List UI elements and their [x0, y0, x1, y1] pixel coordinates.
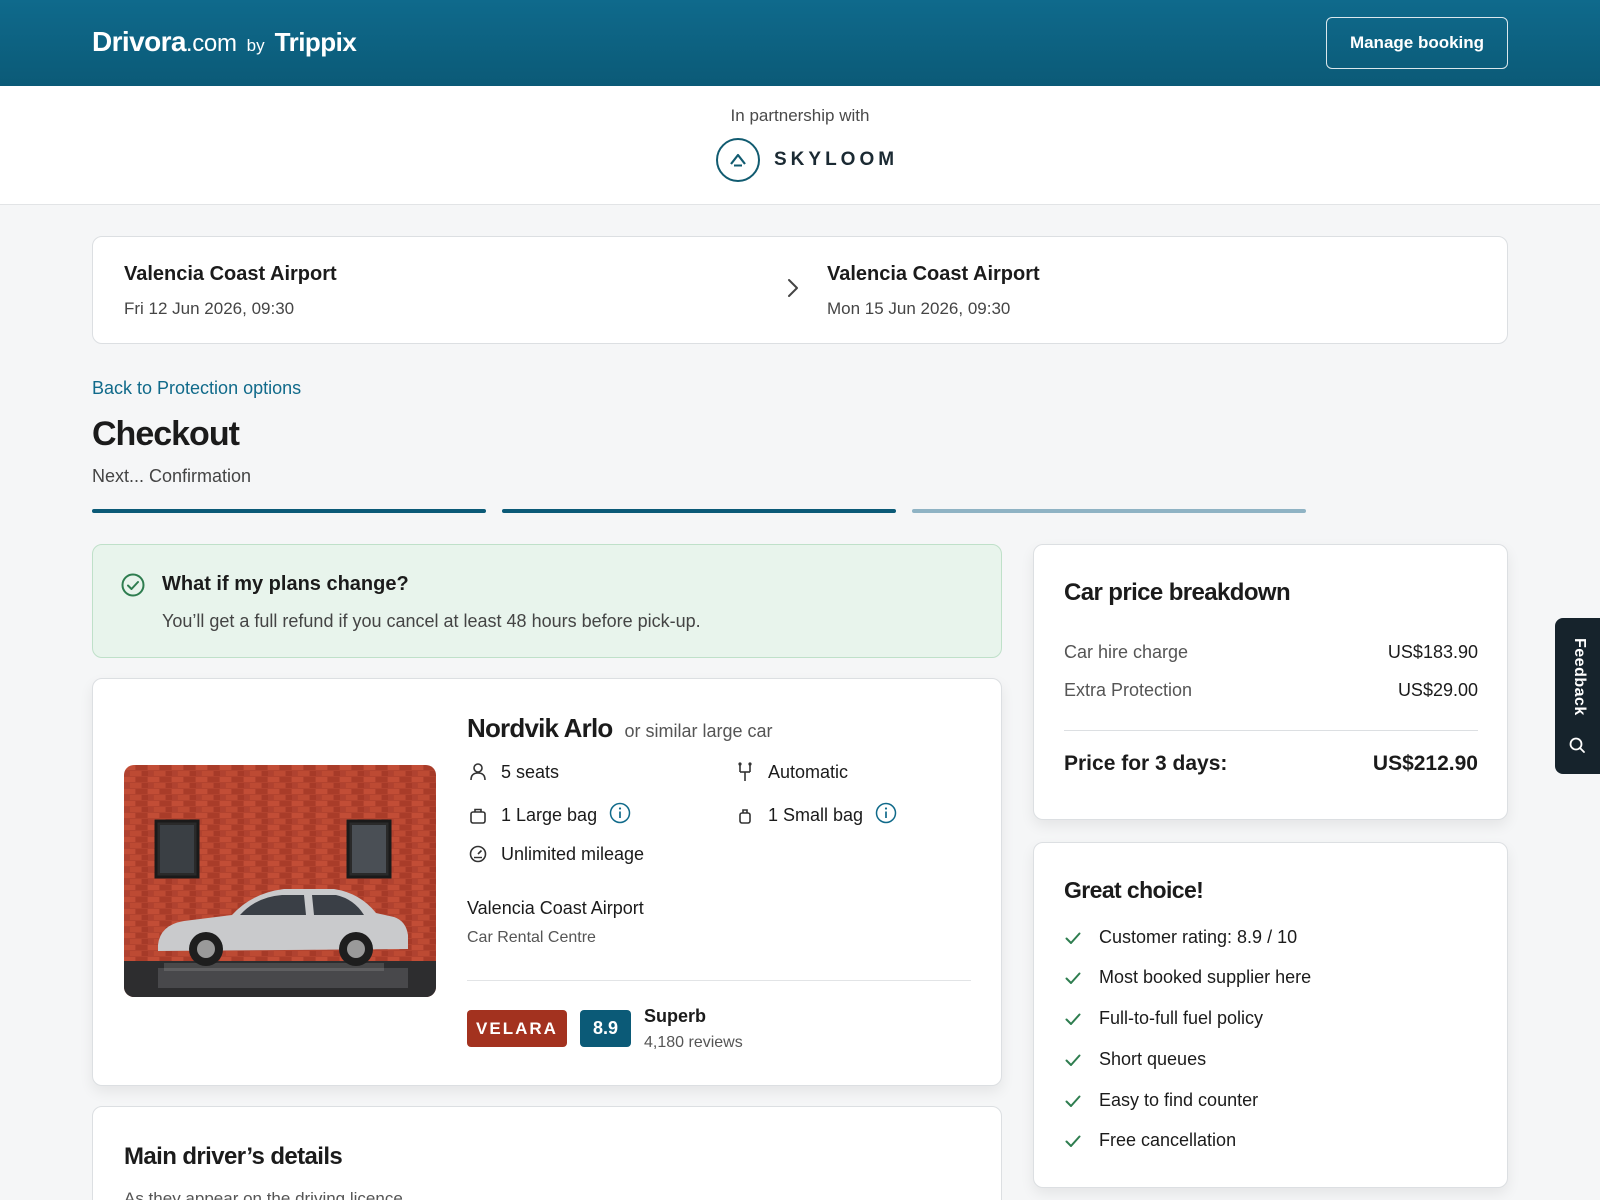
great-choice-title: Great choice! [1064, 877, 1204, 903]
feature-small-bag: 1 Small bag [734, 802, 897, 829]
rating-word: Superb [644, 1006, 707, 1026]
great-choice-card: Great choice! Customer rating: 8.9 / 10 … [1033, 842, 1508, 1188]
search-icon [1568, 736, 1586, 759]
manage-booking-button[interactable]: Manage booking [1326, 17, 1508, 69]
list-item: Full-to-full fuel policy [1064, 1008, 1263, 1029]
pickup-datetime: Fri 12 Jun 2026, 09:30 [124, 299, 295, 318]
back-to-protection-link[interactable]: Back to Protection options [92, 378, 301, 399]
car-name-row: Nordvik Arlo or similar large car [467, 713, 773, 744]
feature-large-bag: 1 Large bag [467, 802, 631, 829]
feature-seats: 5 seats [467, 761, 559, 783]
progress-step-1 [92, 509, 486, 513]
brand-by: by [246, 36, 265, 55]
checkmark-icon [1064, 1132, 1082, 1150]
choice-item-label: Free cancellation [1099, 1130, 1237, 1150]
price-row: Car hire charge US$183.90 [1064, 642, 1478, 663]
refund-notice-text: You’ll get a full refund if you cancel a… [162, 611, 701, 631]
gearshift-icon [734, 761, 756, 783]
list-item: Easy to find counter [1064, 1090, 1258, 1111]
info-icon[interactable] [609, 802, 631, 829]
price-row-value: US$29.00 [1397, 680, 1478, 700]
divider [1064, 730, 1478, 731]
partnership-label: In partnership with [730, 106, 870, 125]
price-row-label: Car hire charge [1064, 642, 1189, 662]
suitcase-icon [467, 805, 489, 827]
car-image [124, 765, 436, 997]
car-pickup-sublocation: Car Rental Centre [467, 929, 596, 946]
next-step-label: Next... Confirmation [92, 466, 252, 486]
car-name: Nordvik Arlo [467, 713, 613, 743]
price-total-value: US$212.90 [1372, 752, 1478, 775]
brand-logo[interactable]: Drivora .com by Trippix [92, 26, 357, 58]
person-icon [467, 761, 489, 783]
feature-mileage: Unlimited mileage [467, 843, 644, 865]
checkmark-icon [1064, 929, 1082, 947]
chevron-right-icon [785, 277, 801, 304]
list-item: Short queues [1064, 1049, 1206, 1070]
small-bag-label: 1 Small bag [768, 805, 864, 825]
price-row: Extra Protection US$29.00 [1064, 680, 1478, 701]
supplier-badge: VELARA [467, 1010, 567, 1047]
large-bag-label: 1 Large bag [501, 805, 598, 825]
driver-details-card: Main driver’s details As they appear on … [92, 1106, 1002, 1200]
choice-item-label: Short queues [1099, 1049, 1207, 1069]
list-item: Free cancellation [1064, 1130, 1236, 1151]
dropoff-location: Valencia Coast Airport [827, 263, 1040, 285]
checkmark-icon [1064, 1010, 1082, 1028]
divider [467, 980, 971, 981]
small-bag-icon [734, 805, 756, 827]
checkmark-icon [1064, 969, 1082, 987]
brand-domain: .com [185, 30, 237, 57]
seats-label: 5 seats [501, 761, 560, 782]
feature-transmission: Automatic [734, 761, 848, 783]
price-total-label: Price for 3 days: [1064, 752, 1228, 775]
checkmark-icon [1064, 1051, 1082, 1069]
choice-item-label: Easy to find counter [1099, 1090, 1259, 1110]
price-breakdown-card: Car price breakdown Car hire charge US$1… [1033, 544, 1508, 820]
checkmark-icon [1064, 1092, 1082, 1110]
info-icon[interactable] [875, 802, 897, 829]
progress-step-2 [502, 509, 896, 513]
price-total-row: Price for 3 days: US$212.90 [1064, 752, 1478, 776]
review-count[interactable]: 4,180 reviews [644, 1034, 743, 1052]
choice-item-label: Customer rating: 8.9 / 10 [1099, 927, 1298, 947]
car-card: Nordvik Arlo or similar large car 5 seat… [92, 678, 1002, 1086]
car-similar: or similar large car [624, 721, 773, 741]
transmission-label: Automatic [768, 761, 849, 782]
refund-notice-title: What if my plans change? [162, 573, 409, 595]
skyloom-logo-icon [716, 138, 760, 182]
brand-main: Drivora [92, 26, 186, 57]
dropoff-datetime: Mon 15 Jun 2026, 09:30 [827, 299, 1011, 318]
pickup-location: Valencia Coast Airport [124, 263, 337, 285]
partnership-banner: In partnership with SKYLOOM [0, 86, 1600, 205]
choice-item-label: Full-to-full fuel policy [1099, 1008, 1264, 1028]
page-title: Checkout [92, 415, 240, 453]
driver-details-subtitle: As they appear on the driving licence [124, 1189, 403, 1200]
car-pickup-location: Valencia Coast Airport [467, 898, 644, 918]
mileage-label: Unlimited mileage [501, 843, 645, 864]
list-item: Customer rating: 8.9 / 10 [1064, 927, 1297, 948]
partner-name: SKYLOOM [774, 149, 899, 170]
check-circle-icon [121, 573, 145, 602]
feedback-label: Feedback [1571, 638, 1588, 716]
refund-notice: What if my plans change? You’ll get a fu… [92, 544, 1002, 658]
driver-details-title: Main driver’s details [124, 1143, 343, 1170]
choice-item-label: Most booked supplier here [1099, 967, 1312, 987]
rating-score-badge: 8.9 [580, 1010, 631, 1047]
price-row-label: Extra Protection [1064, 680, 1193, 700]
list-item: Most booked supplier here [1064, 967, 1311, 988]
brand-partner: Trippix [274, 27, 357, 57]
price-breakdown-title: Car price breakdown [1064, 579, 1291, 606]
price-row-value: US$183.90 [1387, 642, 1478, 662]
speedometer-icon [467, 843, 489, 865]
partner-logo: SKYLOOM [716, 138, 898, 182]
progress-step-3 [912, 509, 1306, 513]
trip-summary[interactable]: Valencia Coast Airport Fri 12 Jun 2026, … [92, 236, 1508, 344]
top-header: Drivora .com by Trippix Manage booking [0, 0, 1600, 86]
feedback-tab[interactable]: Feedback [1555, 618, 1600, 774]
